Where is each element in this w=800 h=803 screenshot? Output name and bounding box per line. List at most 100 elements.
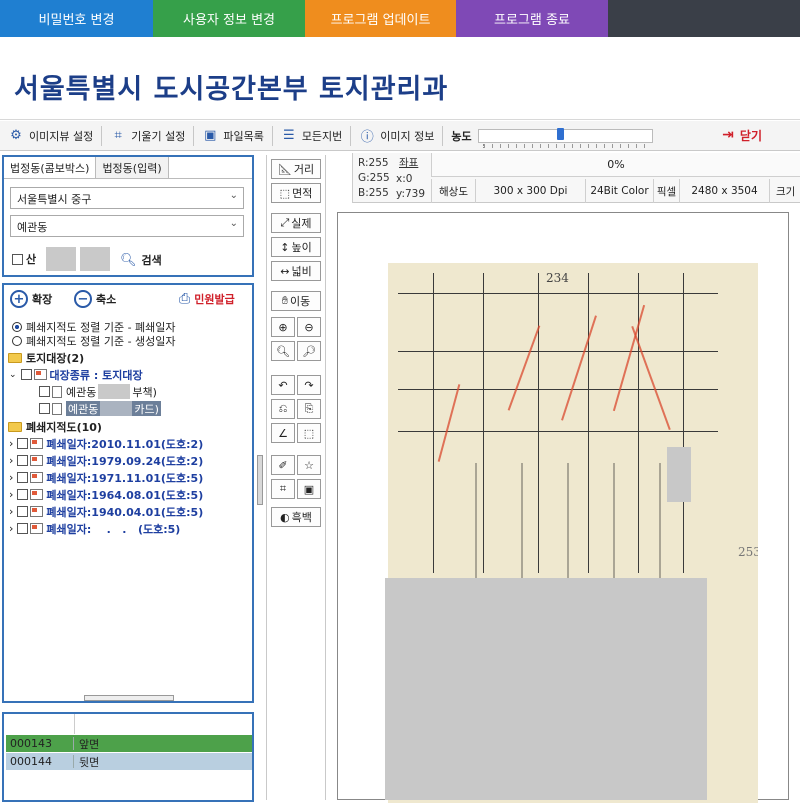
closed-map-node[interactable]: › 폐쇄일자: . . (도호:5) bbox=[9, 520, 180, 537]
closed-map-node[interactable]: › 폐쇄일자:1979.09.24(도호:2) bbox=[9, 452, 203, 469]
ledger-item-card[interactable]: 예관동 카드) bbox=[39, 400, 161, 417]
node-checkbox[interactable] bbox=[39, 386, 50, 397]
node-checkbox[interactable] bbox=[20, 369, 32, 380]
panel-resize-handle[interactable] bbox=[84, 695, 174, 701]
title-band: 서울특별시 도시공간본부 토지관리과 bbox=[0, 37, 800, 120]
contrast-slider-knob[interactable] bbox=[556, 127, 564, 140]
list-item[interactable]: 000144 뒷면 bbox=[6, 753, 252, 770]
zoom-in-button[interactable]: 🔍︎ bbox=[271, 341, 295, 361]
lot-main-number-input[interactable] bbox=[46, 247, 76, 271]
ledger-page-number: 234 bbox=[546, 271, 569, 285]
rgb-b-value: B:255 bbox=[358, 187, 389, 199]
all-lots-button[interactable]: ☰ 모든지번 bbox=[273, 122, 350, 150]
document-icon bbox=[52, 385, 62, 398]
ledger-type-node[interactable]: ⌄ 대장종류 : 토지대장 bbox=[9, 366, 143, 383]
tab-legal-dong-input[interactable]: 법정동(입력) bbox=[96, 157, 169, 178]
zoom-in-circle-button[interactable]: ⊕ bbox=[271, 317, 295, 337]
image-info-button[interactable]: ⓘ 이미지 정보 bbox=[351, 122, 442, 150]
flip-right-button[interactable]: ⎘ bbox=[297, 399, 321, 419]
node-checkbox[interactable] bbox=[39, 403, 50, 414]
tilt-settings-button[interactable]: ⌗ 기울기 설정 bbox=[102, 122, 193, 150]
rotate-right-icon: ↷ bbox=[304, 378, 314, 392]
change-password-button[interactable]: 비밀번호 변경 bbox=[0, 0, 153, 37]
crop-icon: ⌗ bbox=[279, 482, 287, 495]
closed-map-node[interactable]: › 폐쇄일자:1964.08.01(도호:5) bbox=[9, 486, 203, 503]
expand-button[interactable]: + 확장 bbox=[10, 290, 52, 308]
progress-bar: 0% bbox=[431, 153, 800, 177]
chevron-down-icon: ⌄ bbox=[9, 369, 17, 380]
zoom-out-circle-button[interactable]: ⊖ bbox=[297, 317, 321, 337]
dong-select[interactable]: 예관동 ⌄ bbox=[10, 215, 244, 237]
area-tool-button[interactable]: ⬚ 면적 bbox=[271, 183, 321, 203]
ledger-item-book[interactable]: 예관동 부책) bbox=[39, 383, 157, 400]
printer-icon: ⎙ bbox=[179, 291, 191, 307]
list-item[interactable]: 000143 앞면 bbox=[6, 735, 252, 752]
fit-width-button[interactable]: ↔ 넓비 bbox=[271, 261, 321, 281]
mountain-checkbox[interactable] bbox=[12, 253, 23, 265]
redaction-block bbox=[667, 447, 691, 502]
toolbar: ⚙ 이미지뷰 설정 ⌗ 기울기 설정 ▣ 파일목록 ☰ 모든지번 ⓘ 이미지 정보 농도 … bbox=[0, 121, 800, 151]
closed-map-node[interactable]: › 폐쇄일자:1940.04.01(도호:5) bbox=[9, 503, 203, 520]
node-checkbox[interactable] bbox=[17, 489, 29, 500]
radio-unchecked-icon bbox=[12, 335, 22, 346]
distance-tool-button[interactable]: 📐︎ 거리 bbox=[271, 159, 321, 179]
node-checkbox[interactable] bbox=[17, 438, 29, 449]
program-update-button[interactable]: 프로그램 업데이트 bbox=[305, 0, 456, 37]
radio-checked-icon bbox=[12, 321, 22, 332]
color-swatch bbox=[327, 153, 353, 203]
image-view-settings-button[interactable]: ⚙ 이미지뷰 설정 bbox=[0, 122, 101, 150]
flip-left-button[interactable]: ⎌ bbox=[271, 399, 295, 419]
district-select[interactable]: 서울특별시 중구 ⌄ bbox=[10, 187, 244, 209]
actual-size-icon: ⤢ bbox=[280, 216, 290, 229]
lasso-icon: ☆ bbox=[304, 458, 314, 472]
flip-left-icon: ⎌ bbox=[278, 402, 288, 415]
fit-height-button[interactable]: ↕ 높이 bbox=[271, 237, 321, 257]
black-white-button[interactable]: ◐ 흑백 bbox=[271, 507, 321, 527]
ledger-grid-line bbox=[683, 273, 684, 573]
search-button[interactable]: 🔍︎ 검색 bbox=[120, 252, 162, 268]
magnify-plus-icon: 🔍︎ bbox=[276, 344, 290, 358]
measure-angle-button[interactable]: ∠ bbox=[271, 423, 295, 443]
closed-map-root-node[interactable]: 폐쇄지적도(10) bbox=[8, 418, 102, 435]
sort-creation-radio[interactable]: 폐쇄지적도 정렬 기준 - 생성일자 bbox=[12, 332, 176, 349]
eraser-button[interactable]: ✐ bbox=[271, 455, 295, 475]
hand-icon: ✋︎ bbox=[281, 294, 289, 307]
select-area-button[interactable]: ⬚ bbox=[297, 423, 321, 443]
magnify-minus-icon: 🔎︎ bbox=[302, 344, 316, 358]
dashed-rect-icon: ⬚ bbox=[303, 426, 315, 440]
node-checkbox[interactable] bbox=[17, 523, 29, 534]
closed-map-node[interactable]: › 폐쇄일자:1971.11.01(도호:5) bbox=[9, 469, 203, 486]
fit-frame-button[interactable]: ▣ bbox=[297, 479, 321, 499]
red-correction-mark bbox=[507, 325, 541, 411]
closed-map-node[interactable]: › 폐쇄일자:2010.11.01(도호:2) bbox=[9, 435, 203, 452]
collapse-button[interactable]: − 축소 bbox=[74, 290, 116, 308]
angle-icon: ∠ bbox=[278, 426, 288, 440]
red-correction-mark bbox=[612, 304, 646, 412]
tab-legal-dong-combo[interactable]: 법정동(콤보박스) bbox=[4, 157, 97, 178]
close-button[interactable]: ⇥ 닫기 bbox=[722, 121, 762, 149]
plus-circle-icon: + bbox=[10, 290, 28, 308]
ledger-root-node[interactable]: 토지대장(2) bbox=[8, 349, 84, 366]
zoom-out-button[interactable]: 🔎︎ bbox=[297, 341, 321, 361]
program-exit-button[interactable]: 프로그램 종료 bbox=[456, 0, 608, 37]
chevron-right-icon: › bbox=[9, 437, 14, 450]
rotate-left-button[interactable]: ↶ bbox=[271, 375, 295, 395]
change-user-info-button[interactable]: 사용자 정보 변경 bbox=[153, 0, 305, 37]
node-checkbox[interactable] bbox=[17, 506, 29, 517]
exit-icon: ⇥ bbox=[722, 127, 734, 143]
node-checkbox[interactable] bbox=[17, 455, 29, 466]
rotate-right-button[interactable]: ↷ bbox=[297, 375, 321, 395]
lasso-button[interactable]: ☆ bbox=[297, 455, 321, 475]
ledger-grid-line bbox=[398, 389, 718, 390]
file-list-button[interactable]: ▣ 파일목록 bbox=[194, 122, 271, 150]
civil-print-button[interactable]: ⎙ 민원발급 bbox=[179, 291, 235, 307]
mountain-checkbox-row: 산 bbox=[12, 251, 36, 267]
actual-size-button[interactable]: ⤢ 실제 bbox=[271, 213, 321, 233]
crop-button[interactable]: ⌗ bbox=[271, 479, 295, 499]
vertical-splitter[interactable] bbox=[257, 455, 263, 505]
node-checkbox[interactable] bbox=[17, 472, 29, 483]
ruler-icon: 📐︎ bbox=[277, 162, 292, 176]
lot-sub-number-input[interactable] bbox=[80, 247, 110, 271]
contrast-slider[interactable] bbox=[477, 127, 653, 148]
move-tool-button[interactable]: ✋︎ 이동 bbox=[271, 291, 321, 311]
